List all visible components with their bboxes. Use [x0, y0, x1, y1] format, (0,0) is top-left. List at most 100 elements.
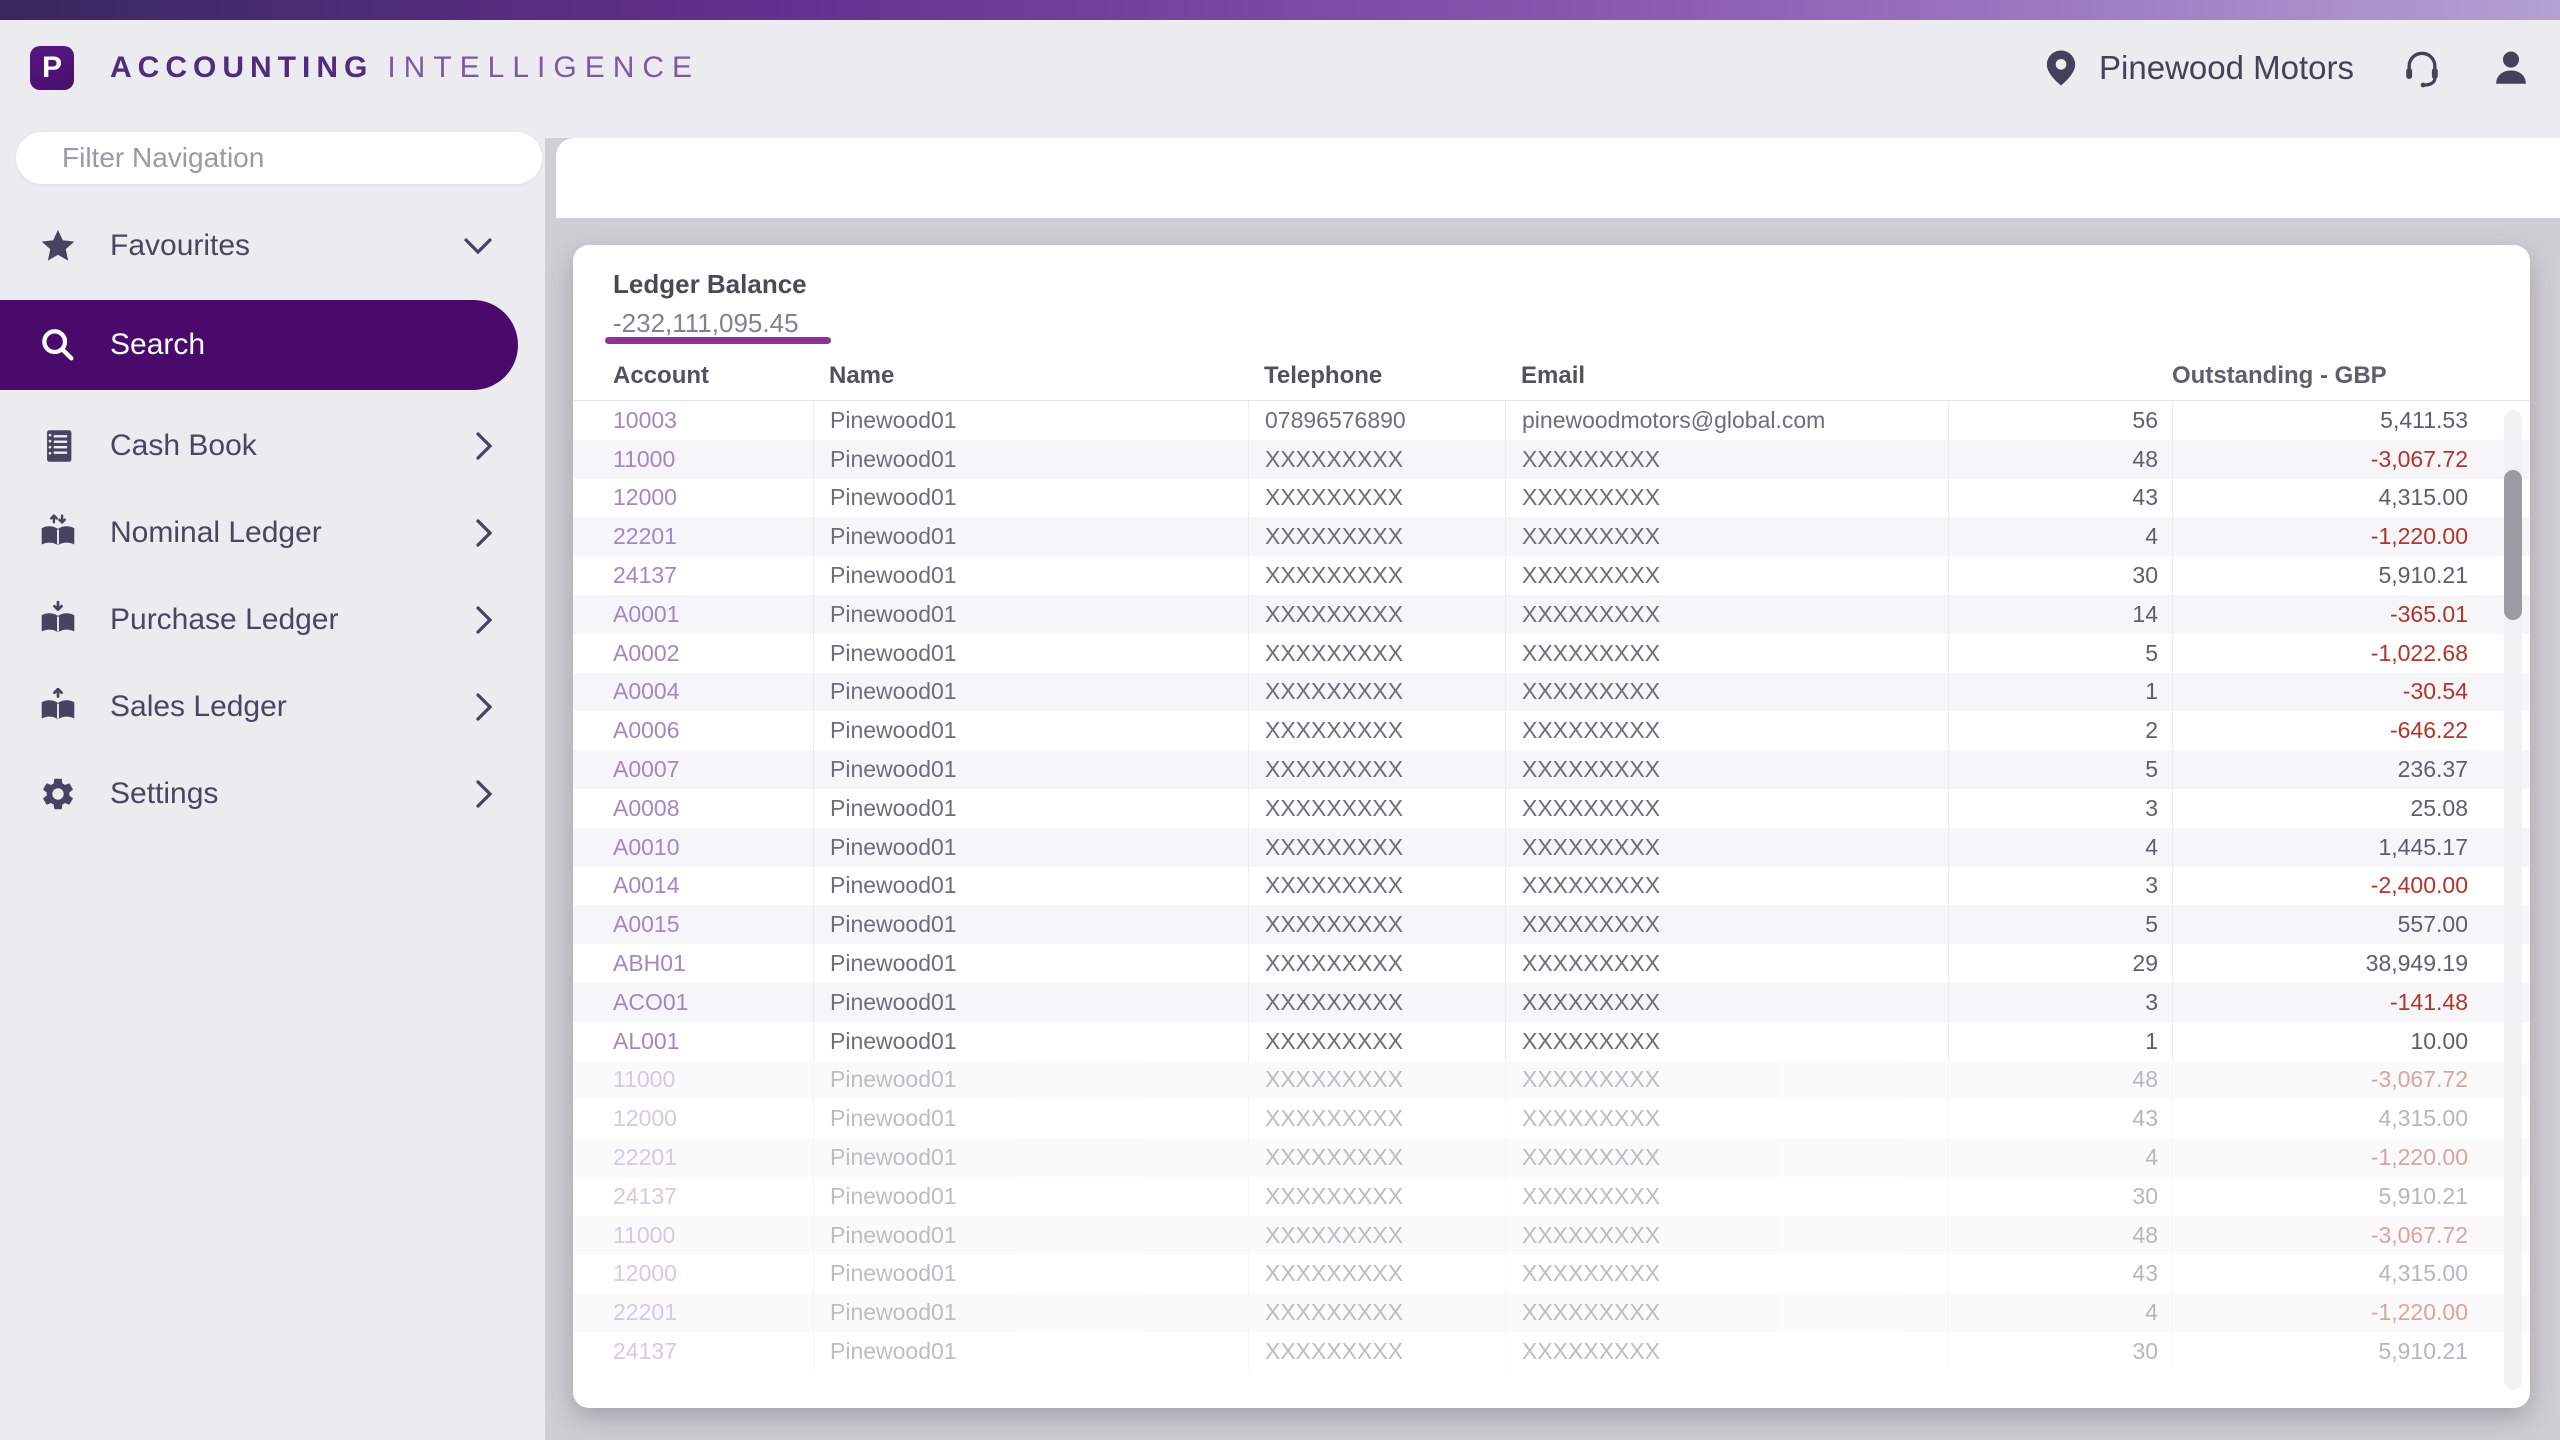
account-link[interactable]: 11000	[613, 1222, 675, 1249]
account-link[interactable]: ACO01	[613, 989, 688, 1016]
cell-count: 43	[1948, 479, 2172, 518]
sidebar-item-label: Settings	[110, 777, 218, 811]
table-row[interactable]: A0007 Pinewood01 XXXXXXXXX XXXXXXXXX 5 2…	[573, 750, 2530, 789]
table-row[interactable]: 11000 Pinewood01 XXXXXXXXX XXXXXXXXX 48 …	[573, 1061, 2530, 1100]
sidebar-item-label: Favourites	[110, 229, 250, 263]
account-link[interactable]: 22201	[613, 1144, 677, 1171]
sidebar-item-purchase-ledger[interactable]: Purchase Ledger	[0, 585, 545, 655]
table-row[interactable]: A0008 Pinewood01 XXXXXXXXX XXXXXXXXX 3 2…	[573, 789, 2530, 828]
cell-count: 3	[1948, 983, 2172, 1022]
account-link[interactable]: 24137	[613, 1183, 677, 1210]
table-row[interactable]: 12000 Pinewood01 XXXXXXXXX XXXXXXXXX 43 …	[573, 1099, 2530, 1138]
account-link[interactable]: 11000	[613, 446, 675, 473]
account-link[interactable]: 10003	[613, 407, 677, 434]
support-headset-icon[interactable]	[2400, 46, 2444, 90]
cell-email: XXXXXXXXX	[1505, 828, 1948, 867]
account-link[interactable]: A0006	[613, 717, 680, 744]
cell-name: Pinewood01	[813, 673, 1248, 712]
account-link[interactable]: 12000	[613, 1260, 677, 1287]
table-row[interactable]: A0010 Pinewood01 XXXXXXXXX XXXXXXXXX 4 1…	[573, 828, 2530, 867]
table-row[interactable]: 22201 Pinewood01 XXXXXXXXX XXXXXXXXX 4 -…	[573, 1293, 2530, 1332]
table-row[interactable]: 12000 Pinewood01 XXXXXXXXX XXXXXXXXX 43 …	[573, 479, 2530, 518]
sidebar-item-settings[interactable]: Settings	[0, 759, 545, 829]
cell-outstanding: -2,400.00	[2172, 867, 2530, 906]
cell-email: XXXXXXXXX	[1505, 440, 1948, 479]
main-content: Ledger Balance -232,111,095.45 Account N…	[545, 138, 2560, 1440]
cell-outstanding: 4,315.00	[2172, 479, 2530, 518]
account-link[interactable]: 24137	[613, 562, 677, 589]
company-selector[interactable]: Pinewood Motors	[2041, 48, 2354, 88]
table-row[interactable]: 24137 Pinewood01 XXXXXXXXX XXXXXXXXX 30 …	[573, 556, 2530, 595]
cell-outstanding: -365.01	[2172, 595, 2530, 634]
cash-book-icon	[36, 427, 80, 465]
account-link[interactable]: A0004	[613, 678, 680, 705]
account-link[interactable]: 11000	[613, 1066, 675, 1093]
table-row[interactable]: 11000 Pinewood01 XXXXXXXXX XXXXXXXXX 48 …	[573, 1216, 2530, 1255]
sidebar-item-cash-book[interactable]: Cash Book	[0, 411, 545, 481]
sidebar-item-nominal-ledger[interactable]: Nominal Ledger	[0, 498, 545, 568]
cell-outstanding: 5,910.21	[2172, 1332, 2530, 1371]
table-row[interactable]: 11000 Pinewood01 XXXXXXXXX XXXXXXXXX 48 …	[573, 440, 2530, 479]
account-link[interactable]: 24137	[613, 1338, 677, 1365]
table-row[interactable]: 12000 Pinewood01 XXXXXXXXX XXXXXXXXX 43 …	[573, 1255, 2530, 1294]
cell-outstanding: 236.37	[2172, 750, 2530, 789]
account-link[interactable]: 12000	[613, 484, 677, 511]
account-link[interactable]: A0010	[613, 834, 680, 861]
table-row[interactable]: 24137 Pinewood01 XXXXXXXXX XXXXXXXXX 30 …	[573, 1177, 2530, 1216]
ledger-balance-value: -232,111,095.45	[613, 308, 807, 339]
table-row[interactable]: 22201 Pinewood01 XXXXXXXXX XXXXXXXXX 4 -…	[573, 1138, 2530, 1177]
cell-name: Pinewood01	[813, 556, 1248, 595]
table-row[interactable]: 22201 Pinewood01 XXXXXXXXX XXXXXXXXX 4 -…	[573, 517, 2530, 556]
table-row[interactable]: A0015 Pinewood01 XXXXXXXXX XXXXXXXXX 5 5…	[573, 905, 2530, 944]
sidebar-item-favourites[interactable]: Favourites	[0, 211, 545, 281]
table-row[interactable]: A0001 Pinewood01 XXXXXXXXX XXXXXXXXX 14 …	[573, 595, 2530, 634]
tab-ledger-balance[interactable]: Ledger Balance -232,111,095.45	[613, 269, 807, 339]
table-row[interactable]: A0004 Pinewood01 XXXXXXXXX XXXXXXXXX 1 -…	[573, 673, 2530, 712]
table-row[interactable]: A0002 Pinewood01 XXXXXXXXX XXXXXXXXX 5 -…	[573, 634, 2530, 673]
cell-name: Pinewood01	[813, 828, 1248, 867]
sidebar-item-label: Cash Book	[110, 429, 257, 463]
cell-outstanding: -3,067.72	[2172, 1061, 2530, 1100]
table-row[interactable]: A0006 Pinewood01 XXXXXXXXX XXXXXXXXX 2 -…	[573, 711, 2530, 750]
cell-count: 1	[1948, 673, 2172, 712]
account-link[interactable]: A0001	[613, 601, 680, 628]
sidebar-item-sales-ledger[interactable]: Sales Ledger	[0, 672, 545, 742]
filter-navigation-input[interactable]	[16, 132, 542, 184]
table-row[interactable]: A0014 Pinewood01 XXXXXXXXX XXXXXXXXX 3 -…	[573, 867, 2530, 906]
cell-count: 48	[1948, 1061, 2172, 1100]
account-link[interactable]: 22201	[613, 1299, 677, 1326]
cell-count: 4	[1948, 1138, 2172, 1177]
app-window: P ACCOUNTING INTELLIGENCE Pinewood Motor…	[0, 0, 2560, 1440]
account-link[interactable]: A0015	[613, 911, 680, 938]
app-header: P ACCOUNTING INTELLIGENCE Pinewood Motor…	[0, 20, 2560, 138]
tab-label: Ledger Balance	[613, 269, 807, 300]
account-link[interactable]: A0008	[613, 795, 680, 822]
account-link[interactable]: ABH01	[613, 950, 686, 977]
table-scrollbar-thumb[interactable]	[2504, 470, 2522, 620]
cell-email: XXXXXXXXX	[1505, 673, 1948, 712]
cell-count: 43	[1948, 1099, 2172, 1138]
account-link[interactable]: AL001	[613, 1028, 680, 1055]
cell-outstanding: -1,220.00	[2172, 517, 2530, 556]
cell-email: XXXXXXXXX	[1505, 1332, 1948, 1371]
nominal-ledger-icon	[36, 514, 80, 552]
search-icon	[36, 325, 80, 365]
table-scrollbar-track[interactable]	[2504, 410, 2522, 1390]
account-link[interactable]: A0002	[613, 640, 680, 667]
cell-name: Pinewood01	[813, 479, 1248, 518]
cell-email: XXXXXXXXX	[1505, 1022, 1948, 1061]
table-row[interactable]: ACO01 Pinewood01 XXXXXXXXX XXXXXXXXX 3 -…	[573, 983, 2530, 1022]
column-header-account: Account	[573, 362, 813, 390]
account-link[interactable]: A0007	[613, 756, 680, 783]
sidebar-item-search[interactable]: Search	[0, 300, 518, 390]
cell-telephone: XXXXXXXXX	[1248, 1216, 1505, 1255]
account-link[interactable]: 22201	[613, 523, 677, 550]
account-link[interactable]: A0014	[613, 872, 680, 899]
table-row[interactable]: 10003 Pinewood01 07896576890 pinewoodmot…	[573, 401, 2530, 440]
user-account-icon[interactable]	[2490, 47, 2532, 89]
table-row[interactable]: 24137 Pinewood01 XXXXXXXXX XXXXXXXXX 30 …	[573, 1332, 2530, 1371]
account-link[interactable]: 12000	[613, 1105, 677, 1132]
table-row[interactable]: ABH01 Pinewood01 XXXXXXXXX XXXXXXXXX 29 …	[573, 944, 2530, 983]
cell-email: XXXXXXXXX	[1505, 595, 1948, 634]
table-row[interactable]: AL001 Pinewood01 XXXXXXXXX XXXXXXXXX 1 1…	[573, 1022, 2530, 1061]
